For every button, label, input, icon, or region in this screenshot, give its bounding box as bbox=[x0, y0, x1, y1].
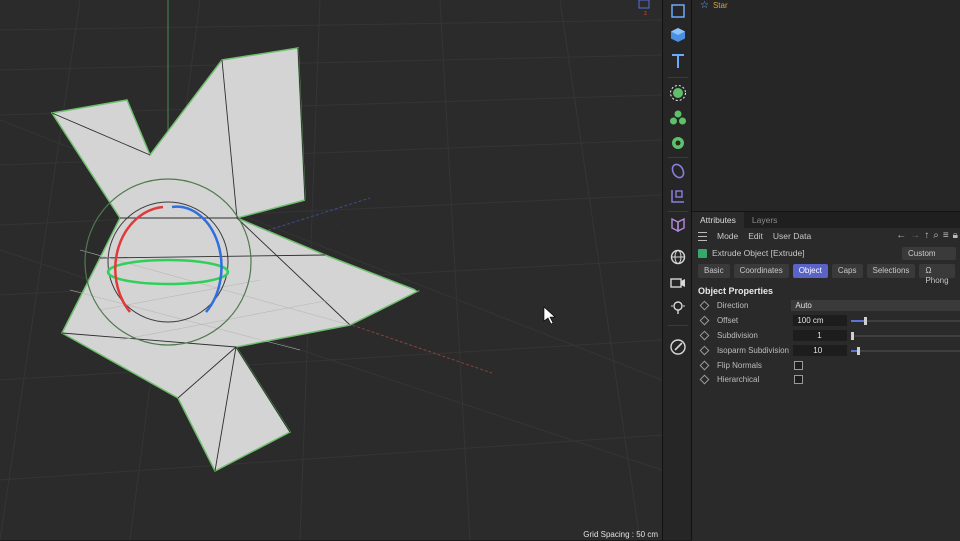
menu-user-data[interactable]: User Data bbox=[773, 231, 811, 241]
preset-dropdown[interactable]: Custom bbox=[902, 247, 956, 260]
keyframe-icon[interactable] bbox=[699, 345, 710, 355]
flip-normals-label: Flip Normals bbox=[717, 360, 762, 370]
search-icon[interactable]: ⌕ bbox=[933, 230, 939, 241]
subtab-object[interactable]: Object bbox=[792, 264, 828, 278]
extrude-icon bbox=[698, 248, 707, 258]
object-row-star[interactable]: ☆ Star bbox=[700, 0, 728, 11]
hierarchical-checkbox[interactable] bbox=[794, 374, 803, 384]
cube-outline-icon[interactable] bbox=[667, 0, 689, 22]
svg-text:z: z bbox=[644, 11, 647, 16]
light-icon[interactable] bbox=[667, 296, 689, 318]
menu-mode[interactable]: Mode bbox=[717, 231, 738, 241]
forward-arrow-icon[interactable]: → bbox=[910, 230, 920, 241]
subtab-phong[interactable]: Ω Phong bbox=[919, 264, 955, 285]
keyframe-icon[interactable] bbox=[699, 360, 710, 370]
cloner-icon[interactable] bbox=[667, 107, 689, 129]
property-subdivision: Subdivision 1 bbox=[692, 328, 960, 342]
toolbar-separator bbox=[668, 211, 688, 212]
offset-label: Offset bbox=[716, 315, 739, 325]
attribute-subtabs: Basic Coordinates Object Caps Selections… bbox=[692, 262, 960, 285]
isoparm-field[interactable]: 10 bbox=[793, 344, 847, 356]
tab-attributes[interactable]: Attributes bbox=[692, 212, 744, 228]
attribute-menubar: Mode Edit User Data ← → ↑ ⌕ ≡ 🔒︎ bbox=[692, 228, 960, 244]
property-direction: Direction Auto bbox=[692, 298, 960, 312]
direction-label: Direction bbox=[716, 300, 749, 310]
spline-generator-icon[interactable] bbox=[667, 82, 689, 104]
3d-viewport[interactable]: z Grid Spacing : 50 cm bbox=[0, 0, 662, 540]
attribute-manager: Attributes Layers Mode Edit User Data ← … bbox=[692, 211, 960, 541]
property-hierarchical: Hierarchical bbox=[692, 372, 960, 386]
toolbar-separator bbox=[668, 77, 688, 78]
tag-icon[interactable] bbox=[667, 336, 689, 358]
section-title: Object Properties bbox=[698, 286, 774, 296]
nav-icons: ← → ↑ ⌕ ≡ 🔒︎ bbox=[896, 230, 958, 241]
subtab-coordinates[interactable]: Coordinates bbox=[733, 264, 789, 278]
viewport-canvas[interactable] bbox=[0, 0, 662, 540]
text-icon[interactable] bbox=[667, 50, 689, 72]
tool-palette bbox=[662, 0, 692, 540]
attribute-tabs: Attributes Layers bbox=[692, 212, 960, 228]
camera-icon[interactable] bbox=[667, 271, 689, 293]
isoparm-slider[interactable] bbox=[850, 345, 960, 356]
isoparm-label: Isoparm Subdivision bbox=[716, 345, 789, 355]
view-axis-icon: z bbox=[636, 0, 654, 16]
field-icon[interactable] bbox=[667, 160, 689, 182]
gear-deformer-icon[interactable] bbox=[667, 132, 689, 154]
object-name: Star bbox=[712, 1, 728, 10]
subtab-caps[interactable]: Caps bbox=[831, 264, 863, 278]
object-manager[interactable]: ☆ Star bbox=[692, 0, 960, 211]
keyframe-icon[interactable] bbox=[699, 374, 710, 384]
toolbar-separator bbox=[668, 157, 688, 158]
property-flip-normals: Flip Normals bbox=[692, 358, 960, 372]
mouse-cursor-icon bbox=[543, 306, 556, 325]
object-title-bar: Extrude Object [Extrude] Custom bbox=[692, 244, 960, 262]
scene-icon[interactable] bbox=[667, 214, 689, 236]
lock-icon[interactable]: 🔒︎ bbox=[953, 230, 958, 241]
subdivision-slider[interactable] bbox=[851, 330, 960, 341]
toolbar-separator bbox=[668, 325, 688, 326]
keyframe-icon[interactable] bbox=[699, 300, 710, 310]
offset-slider[interactable] bbox=[850, 315, 960, 326]
tab-layers[interactable]: Layers bbox=[744, 212, 786, 228]
subdivision-field[interactable]: 1 bbox=[793, 329, 847, 341]
environment-icon[interactable] bbox=[667, 246, 689, 268]
back-arrow-icon[interactable]: ← bbox=[896, 230, 906, 241]
object-title: Extrude Object [Extrude] bbox=[712, 248, 805, 258]
keyframe-icon[interactable] bbox=[699, 330, 710, 340]
menu-edit[interactable]: Edit bbox=[748, 231, 763, 241]
hierarchical-label: Hierarchical bbox=[717, 374, 760, 384]
effector-icon[interactable] bbox=[667, 185, 689, 207]
star-mesh[interactable] bbox=[50, 47, 420, 473]
up-arrow-icon[interactable]: ↑ bbox=[924, 230, 929, 241]
offset-field[interactable]: 100 cm bbox=[793, 314, 847, 326]
direction-dropdown[interactable]: Auto bbox=[791, 299, 960, 311]
cube-icon[interactable] bbox=[667, 24, 689, 46]
keyframe-icon[interactable] bbox=[699, 315, 710, 325]
filter-icon[interactable]: ≡ bbox=[943, 230, 949, 241]
property-offset: Offset 100 cm bbox=[692, 313, 960, 327]
subtab-basic[interactable]: Basic bbox=[698, 264, 730, 278]
star-icon: ☆ bbox=[700, 0, 709, 11]
subtab-selections[interactable]: Selections bbox=[866, 264, 916, 278]
flip-normals-checkbox[interactable] bbox=[794, 360, 803, 370]
menu-icon[interactable] bbox=[698, 231, 707, 241]
subdivision-label: Subdivision bbox=[716, 330, 758, 340]
property-isoparm: Isoparm Subdivision 10 bbox=[692, 343, 960, 357]
grid-spacing-label: Grid Spacing : 50 cm bbox=[583, 530, 658, 539]
